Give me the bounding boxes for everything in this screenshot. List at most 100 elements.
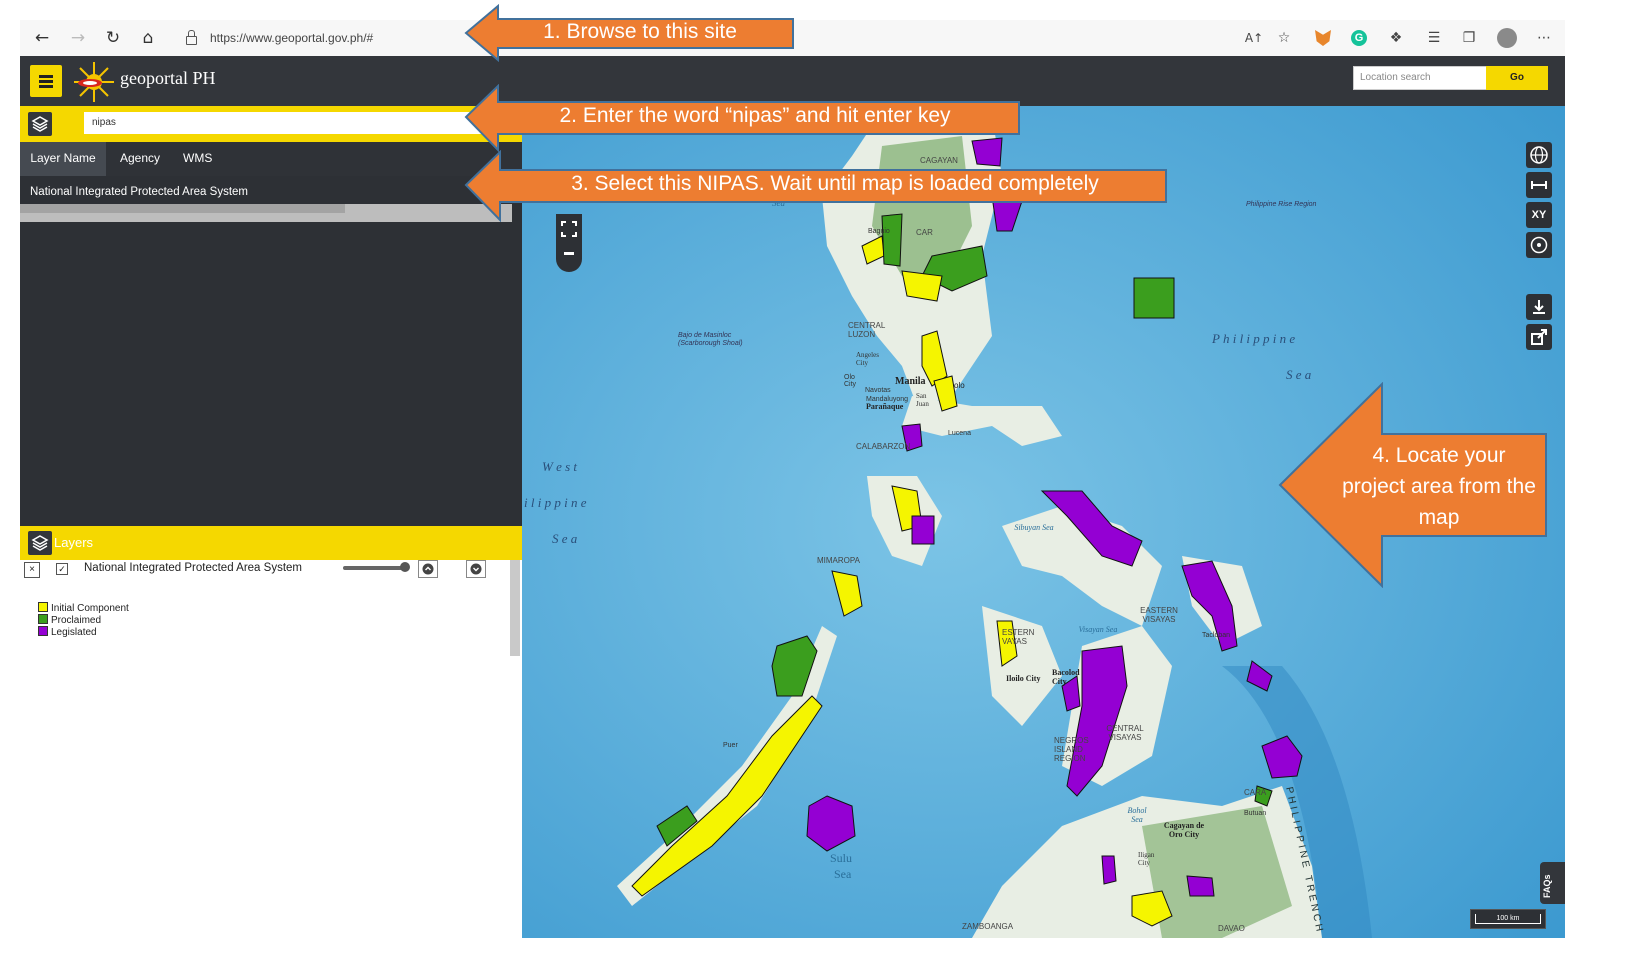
label-sibuyan: Sibuyan Sea [1014, 523, 1054, 532]
label-scarborough: Bajo de Masinloc (Scarborough Shoal) [678, 332, 743, 347]
refresh-icon[interactable]: ↻ [103, 28, 123, 48]
layer-up-button[interactable] [418, 560, 438, 578]
zoom-out-button[interactable] [564, 252, 574, 255]
label-caraga: CARA [1244, 788, 1267, 797]
label-west: W e s t [542, 459, 578, 474]
favorites-icon[interactable]: ☰ [1424, 28, 1444, 48]
search-results: National Integrated Protected Area Syste… [20, 176, 522, 526]
layers-panel: × ✓ National Integrated Protected Area S… [20, 560, 522, 938]
layer-down-button[interactable] [466, 560, 486, 578]
layer-name: National Integrated Protected Area Syste… [84, 562, 302, 574]
label-navotas: Navotas [865, 387, 891, 394]
faqs-tab[interactable]: FAQs [1540, 862, 1565, 904]
label-central-visayas: CENTRAL VISAYAS [1106, 724, 1144, 742]
label-cagayan-de-oro: Cagayan de Oro City [1163, 821, 1205, 839]
label-angeles: Angeles City [856, 351, 879, 367]
layers-scrollbar[interactable] [510, 560, 520, 656]
lock-shackle-icon [188, 30, 195, 37]
search-tabs: Layer Name Agency WMS [20, 142, 522, 176]
url-text[interactable]: https://www.geoportal.gov.ph/# [210, 31, 373, 45]
back-icon[interactable]: ← [32, 28, 52, 48]
opacity-slider-knob[interactable] [400, 562, 410, 572]
layers-icon [31, 116, 49, 132]
locate-button[interactable] [1526, 232, 1552, 258]
basemap-button[interactable] [1526, 142, 1552, 168]
fullscreen-button[interactable] [561, 220, 577, 237]
label-central-luzon: CENTRAL LUZON [848, 321, 886, 339]
label-mimaropa: MIMAROPA [817, 556, 860, 565]
tab-layer-name[interactable]: Layer Name [20, 142, 106, 176]
label-car: CAR [916, 228, 933, 237]
result-item-nipas[interactable]: National Integrated Protected Area Syste… [30, 186, 248, 198]
callout-3-text: 3. Select this NIPAS. Wait until map is … [571, 172, 1099, 195]
lock-icon [186, 36, 197, 45]
callout-4-text: 4. Locate your project area from the map [1342, 444, 1536, 529]
label-tacloban: Tacloban [1202, 632, 1231, 639]
share-icon [1531, 329, 1547, 345]
scale-label: 100 km [1475, 914, 1541, 924]
remove-layer-button[interactable]: × [24, 562, 40, 578]
label-visayan: Visayan Sea [1078, 625, 1118, 634]
home-icon[interactable]: ⌂ [138, 28, 158, 48]
favorite-add-icon[interactable]: ☆ [1274, 28, 1294, 48]
download-icon [1533, 300, 1545, 314]
label-sulu-2: Sea [834, 867, 852, 881]
go-button[interactable]: Go [1486, 66, 1548, 90]
layer-search-bar: nipas [20, 106, 522, 142]
label-davao: DAVAO [1218, 924, 1245, 933]
brand-title[interactable]: geoportal PH [120, 68, 215, 89]
read-aloud-icon[interactable]: A↑ [1244, 28, 1264, 48]
grammarly-icon[interactable]: G [1351, 30, 1367, 46]
avatar[interactable] [1497, 28, 1517, 48]
label-eastern-visayas: EASTERN VISAYAS [1140, 606, 1178, 624]
menu-button[interactable] [30, 65, 62, 97]
callout-1-text: 1. Browse to this site [543, 20, 737, 43]
forward-icon[interactable]: → [68, 28, 88, 48]
layers-header: Layers [20, 526, 522, 560]
layer-search-input[interactable]: nipas [84, 112, 512, 134]
layers-title: Layers [54, 535, 94, 550]
label-bacolod: Bacolod City [1052, 668, 1080, 686]
label-mandaluyong: Mandaluyong [866, 396, 909, 403]
label-bulacan: olo [954, 381, 965, 390]
label-philippine-rise: Philippine Rise Region [1246, 201, 1317, 208]
label-iloilo: Iloilo City [1006, 674, 1041, 683]
label-philippine-sea-2: S e a [1286, 367, 1312, 382]
chevron-up-icon [422, 563, 434, 575]
location-search-input[interactable]: Location search [1353, 66, 1487, 90]
results-scroll-thumb[interactable] [20, 204, 345, 213]
fox-extension-icon[interactable] [1315, 30, 1331, 46]
share-button[interactable] [1526, 324, 1552, 350]
label-philippine-sea: P h i l i p p i n e [1212, 331, 1296, 346]
fullscreen-icon [561, 221, 577, 237]
label-zamboanga: ZAMBOANGA [962, 922, 1014, 931]
callout-2-text: 2. Enter the word “nipas” and hit enter … [559, 104, 951, 127]
label-west-3: S e a [552, 531, 578, 546]
layer-visibility-checkbox[interactable]: ✓ [56, 563, 68, 575]
label-iligan: Iligan City [1138, 851, 1155, 867]
download-button[interactable] [1526, 294, 1552, 320]
chevron-down-icon [470, 563, 482, 575]
tab-wms[interactable]: WMS [183, 142, 212, 176]
extensions-icon[interactable]: ❖ [1386, 28, 1406, 48]
label-puerto: Puer [723, 742, 738, 749]
label-calabarzon: CALABARZON [856, 442, 911, 451]
tab-agency[interactable]: Agency [120, 142, 160, 176]
label-paranaque: Parañaque [866, 402, 904, 411]
geoportal-logo [74, 62, 114, 102]
measure-icon [1531, 181, 1547, 189]
collections-icon[interactable]: ❐ [1459, 28, 1479, 48]
label-bohol: Bohol Sea [1127, 806, 1147, 824]
locate-icon [1530, 236, 1548, 254]
measure-button[interactable] [1526, 172, 1552, 198]
zoom-controls [556, 214, 582, 272]
scale-bar: 100 km [1470, 909, 1546, 929]
layers-toggle-button[interactable] [28, 112, 52, 136]
xy-coordinate-button[interactable]: XY [1526, 202, 1552, 228]
legend-item-proclaimed: Proclaimed [38, 614, 101, 626]
legend-item-initial: Initial Component [38, 602, 129, 614]
more-icon[interactable]: ⋯ [1534, 28, 1554, 48]
layers-icon[interactable] [28, 531, 52, 555]
label-manila: Manila [895, 376, 926, 387]
faqs-label[interactable]: FAQs [1542, 874, 1552, 898]
